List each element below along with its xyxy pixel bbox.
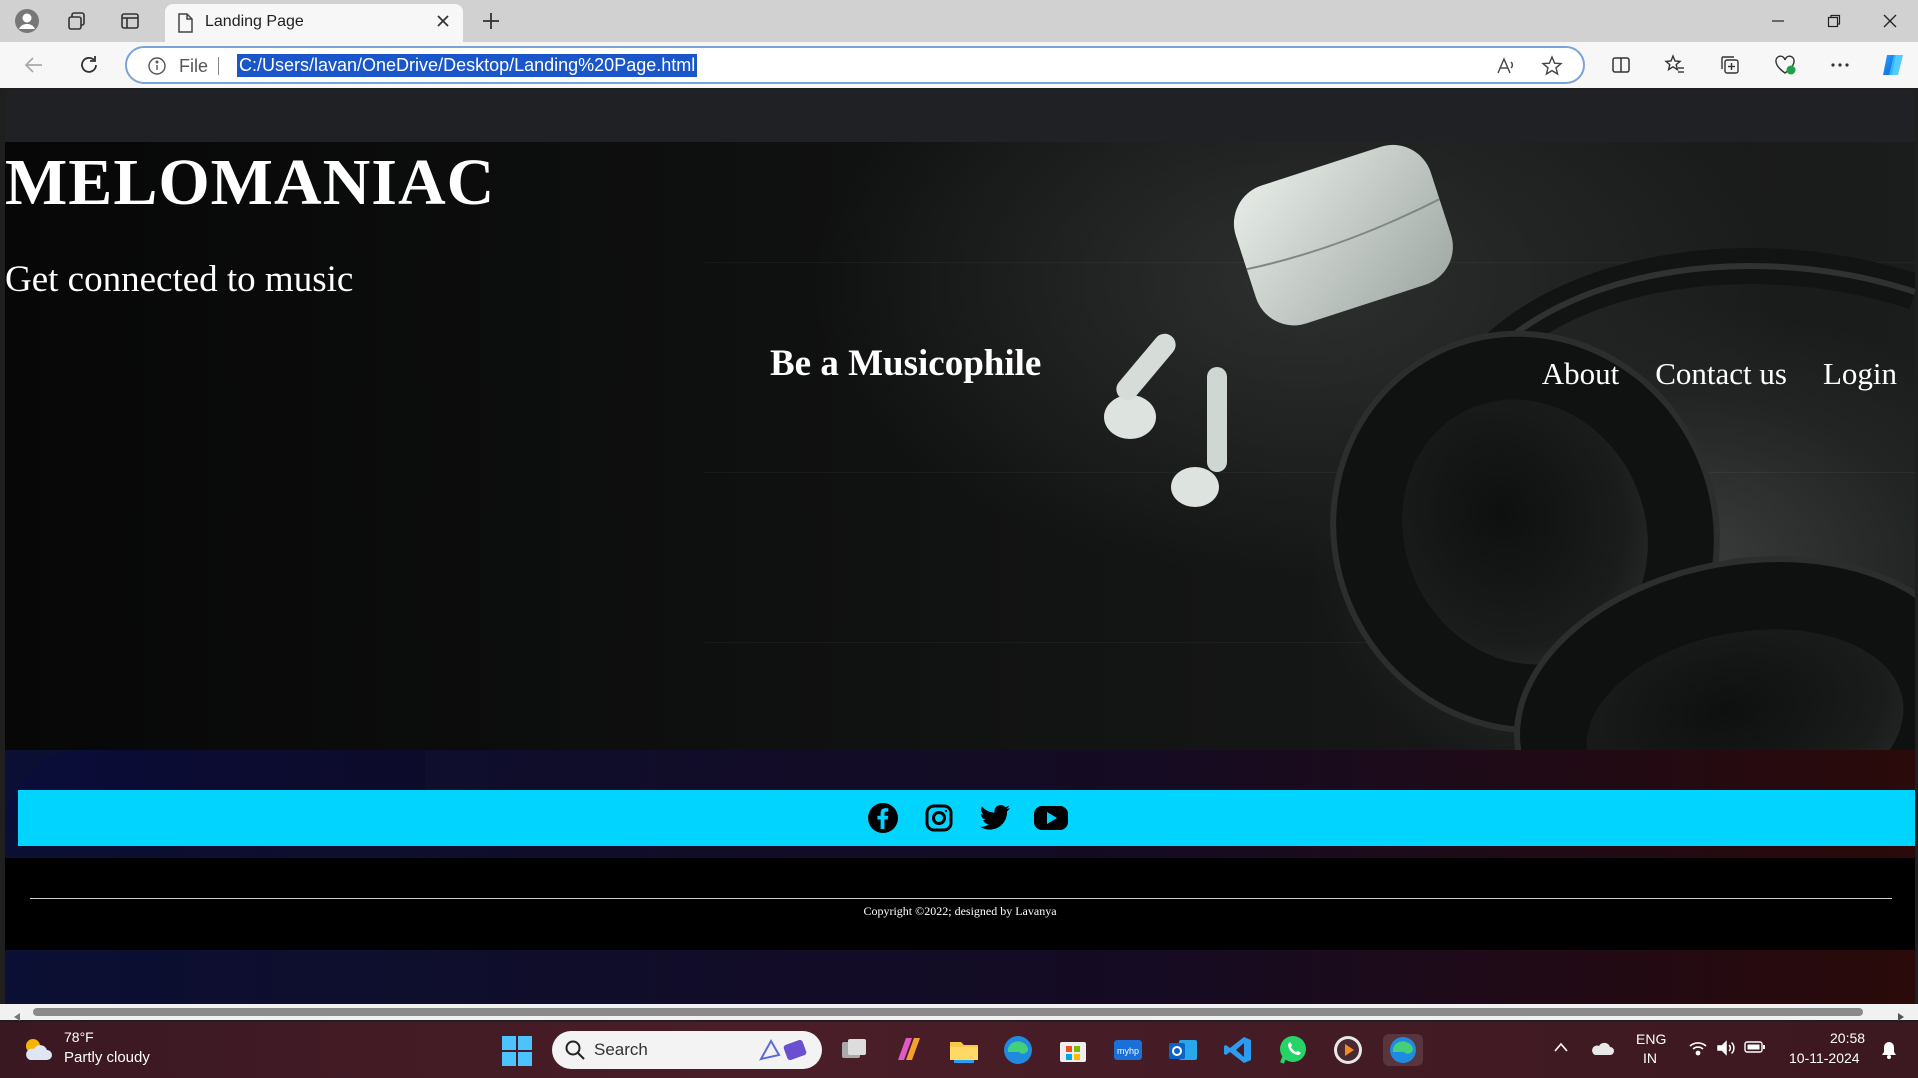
media-player-icon[interactable] [1332, 1034, 1364, 1066]
site-tagline: Get connected to music [5, 259, 354, 300]
nav-about[interactable]: About [1542, 356, 1620, 392]
wifi-icon[interactable] [1688, 1039, 1708, 1062]
page-icon [177, 13, 193, 37]
workspaces-icon[interactable] [59, 3, 95, 39]
hero-section: MELOMANIAC Get connected to music Be a M… [5, 142, 1915, 750]
browser-tab-bar: Landing Page [0, 0, 1918, 42]
close-tab-icon[interactable] [433, 11, 453, 35]
restore-icon[interactable] [1806, 0, 1862, 42]
instagram-icon[interactable] [921, 800, 957, 836]
info-icon[interactable] [147, 56, 167, 80]
myhp-icon[interactable]: myhp [1112, 1034, 1144, 1066]
facebook-icon[interactable] [865, 800, 901, 836]
windows-start-icon[interactable] [502, 1036, 532, 1071]
more-options-icon[interactable] [1822, 47, 1858, 83]
split-screen-icon[interactable] [1603, 47, 1639, 83]
edge-icon[interactable] [1002, 1034, 1034, 1066]
browser-essentials-icon[interactable] [1767, 47, 1803, 83]
battery-icon[interactable] [1744, 1040, 1766, 1059]
footer: Copyright ©2022; designed by Lavanya [5, 858, 1915, 950]
minimize-icon[interactable] [1750, 0, 1806, 42]
weather-temperature: 78°F [64, 1029, 94, 1045]
browser-toolbar: File C:/Users/lavan/OneDrive/Desktop/Lan… [0, 42, 1918, 88]
clock-date[interactable]: 10-11-2024 [1789, 1050, 1860, 1066]
file-explorer-icon[interactable] [948, 1034, 980, 1066]
whatsapp-icon[interactable] [1277, 1034, 1309, 1066]
site-title: MELOMANIAC [5, 146, 496, 219]
outlook-icon[interactable] [1167, 1034, 1199, 1066]
profile-icon[interactable] [9, 3, 45, 39]
favorites-icon[interactable] [1657, 47, 1693, 83]
clock-time[interactable]: 20:58 [1830, 1030, 1865, 1046]
copilot-icon[interactable] [1875, 47, 1911, 83]
language-region: IN [1643, 1050, 1657, 1066]
collections-icon[interactable] [1712, 47, 1748, 83]
edge-active-icon[interactable] [1383, 1034, 1423, 1066]
address-separator [218, 57, 219, 75]
tab-landing-page[interactable]: Landing Page [165, 4, 463, 42]
vscode-icon[interactable] [1222, 1034, 1254, 1066]
hero-image [1104, 144, 1915, 750]
social-bar [18, 790, 1915, 846]
new-tab-icon[interactable] [473, 3, 509, 39]
svg-text:myhp: myhp [1117, 1046, 1139, 1056]
search-placeholder: Search [594, 1040, 648, 1059]
search-highlight-icon [757, 1037, 811, 1068]
volume-icon[interactable] [1716, 1039, 1736, 1062]
microsoft-store-icon[interactable] [1057, 1034, 1089, 1066]
back-icon[interactable] [16, 47, 52, 83]
nav-login[interactable]: Login [1823, 356, 1897, 392]
taskbar-search[interactable]: Search [552, 1031, 822, 1069]
tab-title: Landing Page [205, 13, 304, 30]
close-window-icon[interactable] [1862, 0, 1918, 42]
file-label: File [179, 56, 209, 76]
favorite-star-icon[interactable] [1541, 55, 1563, 81]
taskbar: 78°F Partly cloudy Search myhp ENG IN 20… [0, 1022, 1918, 1078]
nav-contact-us[interactable]: Contact us [1655, 356, 1787, 392]
read-aloud-icon[interactable] [1495, 55, 1517, 81]
page-viewport: MELOMANIAC Get connected to music Be a M… [5, 90, 1915, 1016]
weather-description: Partly cloudy [64, 1049, 150, 1066]
onedrive-icon[interactable] [1590, 1040, 1614, 1061]
notifications-bell-icon[interactable] [1880, 1040, 1898, 1065]
hero-heading: Be a Musicophile [770, 343, 1042, 384]
refresh-icon[interactable] [71, 47, 107, 83]
footer-divider [30, 898, 1892, 899]
address-bar[interactable]: File C:/Users/lavan/OneDrive/Desktop/Lan… [125, 46, 1585, 84]
youtube-icon[interactable] [1033, 800, 1069, 836]
vertical-tabs-icon[interactable] [112, 3, 148, 39]
main-nav: About Contact us Login [1542, 356, 1897, 392]
show-hidden-icons-icon[interactable] [1553, 1040, 1569, 1059]
twitter-icon[interactable] [977, 800, 1013, 836]
copilot-app-icon[interactable] [892, 1034, 924, 1066]
language-indicator[interactable]: ENG [1636, 1031, 1666, 1047]
scrollbar-thumb[interactable] [33, 1008, 1863, 1016]
weather-icon[interactable] [20, 1034, 54, 1069]
task-view-icon[interactable] [838, 1034, 870, 1066]
search-icon [564, 1039, 586, 1066]
copyright-text: Copyright ©2022; designed by Lavanya [863, 904, 1057, 918]
url-text[interactable]: C:/Users/lavan/OneDrive/Desktop/Landing%… [237, 54, 698, 77]
horizontal-scrollbar[interactable] [0, 1004, 1918, 1021]
